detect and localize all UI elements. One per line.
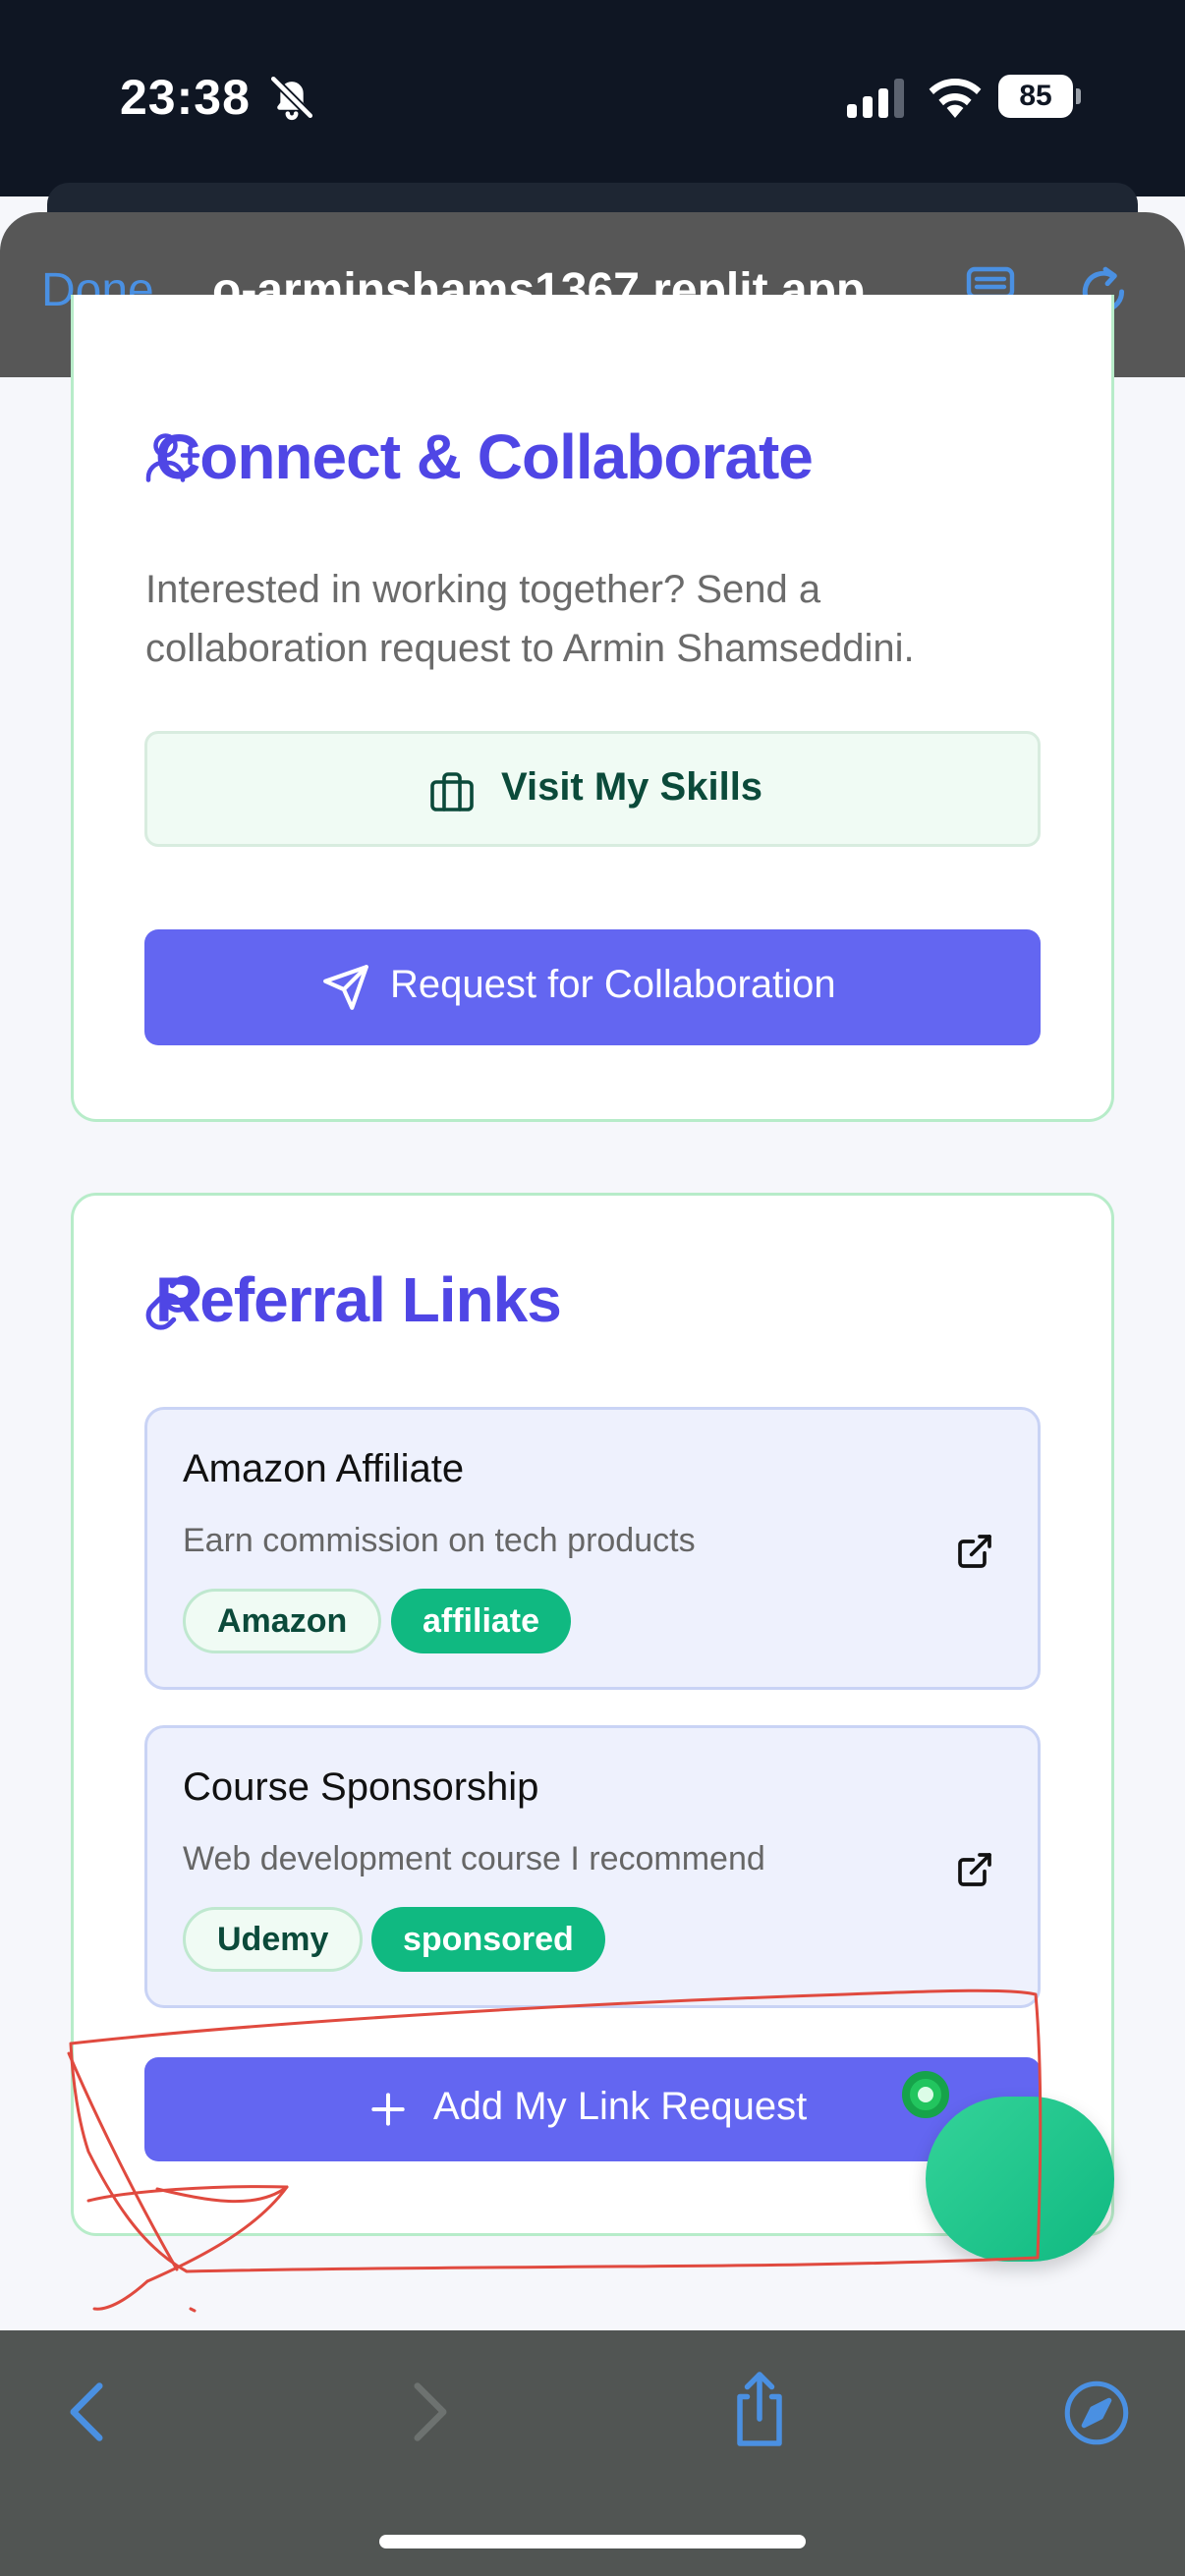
online-indicator bbox=[902, 2071, 949, 2118]
platform-tag: Udemy bbox=[183, 1907, 364, 1972]
referral-description: Web development course I recommend bbox=[183, 1840, 765, 1877]
back-icon[interactable] bbox=[65, 2380, 108, 2444]
referral-title: Referral Links bbox=[155, 1264, 562, 1335]
request-collaboration-label: Request for Collaboration bbox=[390, 963, 836, 1006]
connect-intro: Interested in working together? Send a c… bbox=[145, 568, 915, 670]
home-indicator[interactable] bbox=[379, 2535, 806, 2548]
plus-icon bbox=[371, 2093, 405, 2126]
forward-icon[interactable] bbox=[409, 2380, 452, 2444]
battery-tip bbox=[1076, 88, 1081, 104]
briefcase-icon bbox=[430, 772, 474, 812]
referral-item[interactable]: Course Sponsorship Web development cours… bbox=[144, 1725, 1041, 2008]
add-link-request-label: Add My Link Request bbox=[433, 2085, 808, 2128]
battery-level: 85 bbox=[998, 75, 1073, 118]
referral-name: Course Sponsorship bbox=[183, 1765, 539, 1809]
visit-skills-label: Visit My Skills bbox=[501, 765, 763, 809]
bell-slash-icon bbox=[269, 75, 314, 121]
add-link-request-button[interactable]: Add My Link Request bbox=[144, 2057, 1041, 2161]
external-link-icon[interactable] bbox=[955, 1532, 994, 1571]
share-icon[interactable] bbox=[729, 2370, 790, 2448]
request-collaboration-button[interactable]: Request for Collaboration bbox=[144, 929, 1041, 1045]
wifi-icon bbox=[929, 79, 982, 118]
visit-skills-button[interactable]: Visit My Skills bbox=[144, 731, 1041, 847]
external-link-icon[interactable] bbox=[955, 1850, 994, 1889]
referral-item[interactable]: Amazon Affiliate Earn commission on tech… bbox=[144, 1407, 1041, 1690]
referral-name: Amazon Affiliate bbox=[183, 1447, 465, 1490]
screen: 23:38 85 Done o-arminshams1367.replit.ap… bbox=[0, 0, 1185, 2576]
online-indicator-core bbox=[918, 2087, 933, 2102]
type-tag: affiliate bbox=[391, 1589, 572, 1653]
referral-description: Earn commission on tech products bbox=[183, 1522, 696, 1559]
platform-tag: Amazon bbox=[183, 1589, 382, 1653]
status-bar: 23:38 85 bbox=[0, 0, 1185, 196]
signal-icon bbox=[847, 79, 904, 118]
battery-icon: 85 bbox=[998, 75, 1081, 118]
safari-icon[interactable] bbox=[1063, 2380, 1130, 2446]
floating-action-button[interactable] bbox=[926, 2097, 1114, 2262]
status-time: 23:38 bbox=[120, 70, 251, 125]
send-icon bbox=[323, 965, 368, 1010]
connect-title: Connect & Collaborate bbox=[155, 421, 814, 492]
type-tag: sponsored bbox=[371, 1907, 605, 1972]
